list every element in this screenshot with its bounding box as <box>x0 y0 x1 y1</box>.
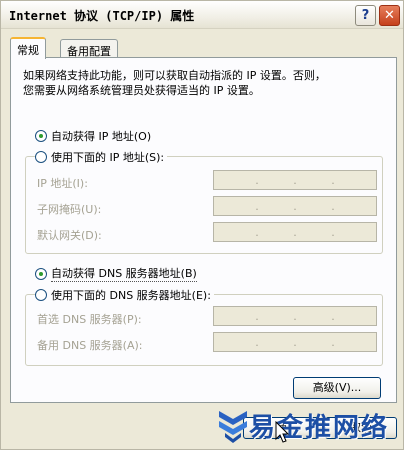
alternate-dns-label: 备用 DNS 服务器(A): <box>37 339 143 352</box>
ip-address-input[interactable]: ... <box>213 170 377 190</box>
tcpip-properties-dialog: Internet 协议 (TCP/IP) 属性 ? ✕ 常规 备用配置 如果网络… <box>0 0 404 450</box>
title-bar[interactable]: Internet 协议 (TCP/IP) 属性 ? ✕ <box>1 1 403 29</box>
tab-general[interactable]: 常规 <box>10 37 46 59</box>
radio-auto-ip[interactable]: 自动获得 IP 地址(O) <box>35 128 155 144</box>
close-button[interactable]: ✕ <box>379 5 400 26</box>
radio-auto-dns-label: 自动获得 DNS 服务器地址(B) <box>51 267 197 282</box>
radio-unselected-icon <box>35 151 47 163</box>
watermark-text: 易金推网络 <box>249 413 390 443</box>
preferred-dns-input[interactable]: ... <box>213 306 377 326</box>
window-title: Internet 协议 (TCP/IP) 属性 <box>9 9 195 23</box>
watermark: 易金推网络 <box>215 405 404 449</box>
watermark-logo-icon <box>219 411 247 443</box>
radio-manual-dns[interactable]: 使用下面的 DNS 服务器地址(E): <box>35 287 214 303</box>
alternate-dns-input[interactable]: ... <box>213 332 377 352</box>
help-button[interactable]: ? <box>355 5 376 26</box>
radio-auto-dns[interactable]: 自动获得 DNS 服务器地址(B) <box>35 265 200 282</box>
close-icon: ✕ <box>384 8 395 23</box>
intro-text: 如果网络支持此功能，则可以获取自动指派的 IP 设置。否则， 您需要从网络系统管… <box>23 69 326 97</box>
radio-manual-ip-label: 使用下面的 IP 地址(S): <box>51 151 165 164</box>
radio-auto-ip-label: 自动获得 IP 地址(O) <box>51 130 152 143</box>
radio-manual-dns-label: 使用下面的 DNS 服务器地址(E): <box>51 289 211 302</box>
radio-selected-icon <box>35 267 47 280</box>
general-tab-panel: 如果网络支持此功能，则可以获取自动指派的 IP 设置。否则， 您需要从网络系统管… <box>10 57 397 403</box>
subnet-mask-input[interactable]: ... <box>213 196 377 216</box>
radio-manual-ip[interactable]: 使用下面的 IP 地址(S): <box>35 149 168 165</box>
default-gateway-input[interactable]: ... <box>213 222 377 242</box>
preferred-dns-label: 首选 DNS 服务器(P): <box>37 313 142 326</box>
question-icon: ? <box>361 8 370 23</box>
mouse-cursor-icon <box>275 421 289 443</box>
tab-alternate-configuration[interactable]: 备用配置 <box>60 39 118 59</box>
dns-server-group <box>25 294 383 366</box>
radio-unselected-icon <box>35 289 47 301</box>
ip-address-label: IP 地址(I): <box>37 177 88 190</box>
advanced-button[interactable]: 高级(V)... <box>293 377 381 399</box>
default-gateway-label: 默认网关(D): <box>37 229 102 242</box>
radio-selected-icon <box>35 130 47 142</box>
subnet-mask-label: 子网掩码(U): <box>37 203 102 216</box>
